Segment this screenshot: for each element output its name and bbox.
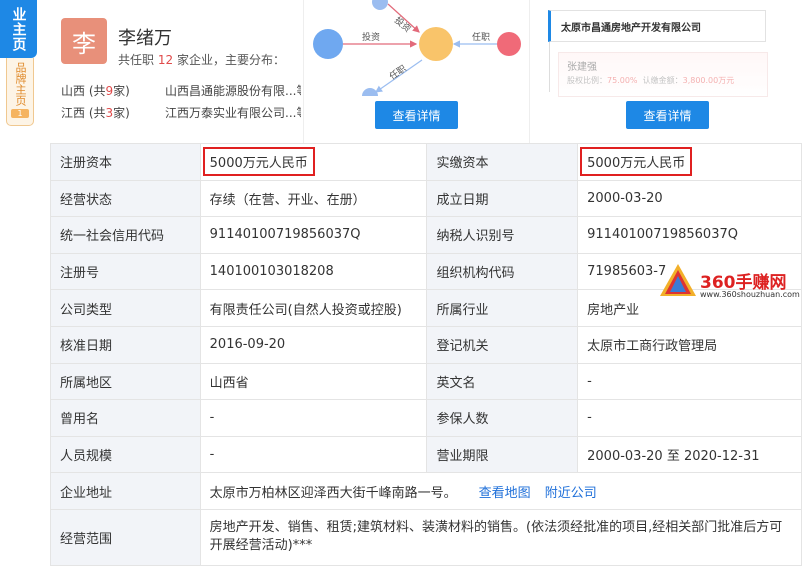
scope-value: 房地产开发、销售、租赁;建筑材料、装潢材料的销售。(依法须经批准的项目,经相关部…	[199, 508, 803, 566]
field-value: 2000-03-20	[577, 179, 802, 218]
edge-label: 任职	[387, 62, 409, 82]
person-summary: 共任职 12 家企业，主要分布：	[118, 53, 285, 67]
node-shareholder[interactable]	[313, 29, 343, 59]
tree-child-detail: 股权比例：75.00% 认缴金额：3,800.00万元	[567, 76, 735, 85]
field-value: 存续（在营、开业、在册）	[199, 179, 428, 218]
field-value: 2016-09-20	[199, 325, 428, 364]
region-row: 江西 (共3家) 江西万泰实业有限公司...等	[61, 104, 301, 121]
tree-connector	[549, 42, 550, 92]
field-value: -	[577, 399, 802, 437]
table-row: 人员规模 - 营业期限 2000-03-20 至 2020-12-31	[50, 435, 802, 474]
field-label: 注册号	[50, 252, 201, 291]
region-companies[interactable]: 山西昌通能源股份有限...等	[165, 82, 301, 99]
region-label: 山西 (共9家)	[61, 84, 130, 98]
field-label: 公司类型	[50, 289, 201, 327]
node-company[interactable]	[419, 27, 453, 61]
field-label: 注册资本	[50, 143, 201, 181]
field-label: 英文名	[426, 362, 579, 401]
edge-label: 投资	[362, 31, 380, 43]
field-label: 核准日期	[50, 325, 201, 364]
node-top[interactable]	[372, 0, 388, 10]
view-tree-detail-button[interactable]: 查看详情	[626, 101, 709, 129]
top-cards: 李 李绪万 共任职 12 家企业，主要分布： 山西 (共9家) 山西昌通能源股份…	[50, 0, 810, 143]
brand-count-badge: 1	[11, 109, 29, 118]
avatar: 李	[61, 18, 107, 64]
watermark-logo-icon	[660, 264, 696, 296]
equity-tree-card: 太原市昌通房地产开发有限公司 张建强 股权比例：75.00% 认缴金额：3,80…	[529, 0, 810, 143]
relation-graph[interactable]: 投资 投资 任职 任职	[304, 0, 530, 104]
highlight-box: 5000万元人民币	[580, 147, 693, 177]
field-value: -	[199, 399, 428, 437]
field-label: 纳税人识别号	[426, 216, 579, 254]
field-value: 91140100719856037Q	[577, 216, 802, 254]
company-page: 业主页 品牌主页 1 李 李绪万 共任职 12 家企业，主要分布： 山西 (共9…	[0, 0, 810, 566]
view-graph-detail-button[interactable]: 查看详情	[375, 101, 458, 129]
field-value: 140100103018208	[199, 252, 428, 291]
field-label: 所属地区	[50, 362, 201, 401]
relation-graph-card: 投资 投资 任职 任职 查看详情	[303, 0, 529, 143]
tab-company-home-label: 业主页	[10, 6, 27, 52]
edge-label: 任职	[472, 31, 490, 43]
table-row: 曾用名 - 参保人数 -	[50, 399, 802, 437]
table-row: 企业地址 太原市万柏林区迎泽西大街千峰南路一号。 查看地图 附近公司	[50, 472, 803, 510]
watermark-url: www.360shouzhuan.com	[700, 290, 800, 299]
tree-child-name: 张建强	[567, 62, 597, 73]
field-label: 参保人数	[426, 399, 579, 437]
business-info-table: 注册资本 5000万元人民币 实缴资本 5000万元人民币 经营状态 存续（在营、开业、在…	[50, 143, 803, 566]
field-value: 太原市工商行政管理局	[577, 325, 802, 364]
address-value: 太原市万柏林区迎泽西大街千峰南路一号。	[209, 485, 457, 501]
company-count: 12	[157, 53, 174, 67]
field-value: -	[577, 362, 802, 401]
table-row: 统一社会信用代码 91140100719856037Q 纳税人识别号 91140100…	[50, 216, 802, 254]
tab-brand-home-label: 品牌主页	[14, 62, 27, 106]
tab-brand-home[interactable]: 品牌主页 1	[6, 58, 34, 126]
address-cell: 太原市万柏林区迎泽西大街千峰南路一号。 查看地图 附近公司	[199, 472, 803, 510]
node-executive[interactable]	[497, 32, 521, 56]
field-value: 山西省	[199, 362, 428, 401]
field-label: 实缴资本	[426, 143, 579, 181]
tree-root-company[interactable]: 太原市昌通房地产开发有限公司	[548, 10, 766, 42]
field-label: 登记机关	[426, 325, 579, 364]
legal-person-card: 李 李绪万 共任职 12 家企业，主要分布： 山西 (共9家) 山西昌通能源股份…	[50, 0, 303, 143]
table-row: 经营状态 存续（在营、开业、在册） 成立日期 2000-03-20	[50, 179, 802, 218]
region-companies[interactable]: 江西万泰实业有限公司...等	[165, 104, 301, 121]
tab-company-home[interactable]: 业主页	[0, 0, 37, 58]
tree-child[interactable]: 张建强 股权比例：75.00% 认缴金额：3,800.00万元	[558, 52, 768, 97]
table-row: 核准日期 2016-09-20 登记机关 太原市工商行政管理局	[50, 325, 802, 364]
scope-label: 经营范围	[50, 508, 201, 566]
table-row: 经营范围 房地产开发、销售、租赁;建筑材料、装潢材料的销售。(依法须经批准的项目…	[50, 508, 803, 566]
field-value: 91140100719856037Q	[199, 216, 428, 254]
nearby-companies-link[interactable]: 附近公司	[545, 486, 597, 501]
field-value: 5000万元人民币	[199, 143, 428, 181]
field-label: 营业期限	[426, 435, 579, 474]
field-label: 人员规模	[50, 435, 201, 474]
table-row: 注册资本 5000万元人民币 实缴资本 5000万元人民币	[50, 143, 802, 181]
field-value: 2000-03-20 至 2020-12-31	[577, 435, 802, 474]
field-label: 所属行业	[426, 289, 579, 327]
field-value: -	[199, 435, 428, 474]
field-label: 曾用名	[50, 399, 201, 437]
view-map-link[interactable]: 查看地图	[479, 486, 531, 501]
field-value: 5000万元人民币	[577, 143, 802, 181]
person-name[interactable]: 李绪万	[118, 24, 172, 50]
highlight-box: 5000万元人民币	[202, 147, 315, 177]
address-label: 企业地址	[50, 472, 201, 510]
field-label: 经营状态	[50, 179, 201, 218]
field-label: 成立日期	[426, 179, 579, 218]
region-row: 山西 (共9家) 山西昌通能源股份有限...等	[61, 82, 301, 99]
field-label: 组织机构代码	[426, 252, 579, 291]
node-bottom[interactable]	[362, 88, 378, 104]
field-label: 统一社会信用代码	[50, 216, 201, 254]
watermark: 360手赚网 www.360shouzhuan.com	[658, 262, 808, 304]
field-value: 有限责任公司(自然人投资或控股)	[199, 289, 428, 327]
table-row: 所属地区 山西省 英文名 -	[50, 362, 802, 401]
region-label: 江西 (共3家)	[61, 106, 130, 120]
